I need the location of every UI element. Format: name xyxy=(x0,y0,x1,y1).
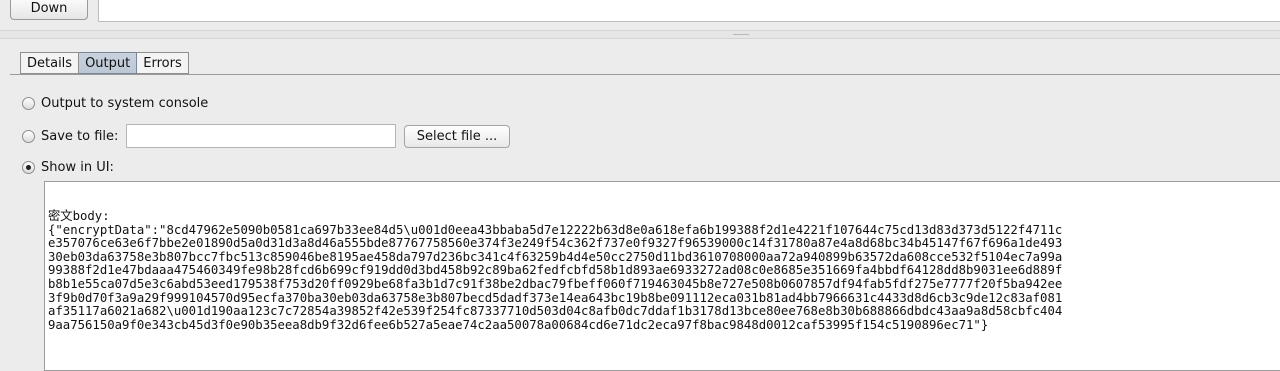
save-to-file-label: Save to file: xyxy=(41,129,119,144)
file-path-input[interactable] xyxy=(126,124,396,148)
save-to-file-option[interactable]: Save to file: xyxy=(22,129,118,144)
down-button[interactable]: Down xyxy=(10,0,88,20)
output-line: e357076ce63e6f7bbe2e01890d5a0d31d3a8d46a… xyxy=(48,236,1063,251)
output-line: 30eb03da63758e3b807bcc7fbc513c859046be81… xyxy=(48,249,1063,264)
select-file-button[interactable]: Select file ... xyxy=(404,125,510,148)
tab-details[interactable]: Details xyxy=(20,52,80,74)
output-line: af35117a6021a682\u001d190aa123c7c72854a3… xyxy=(48,304,1063,319)
output-text: 密文body: {"encryptData":"8cd47962e5090b05… xyxy=(48,209,1063,332)
output-line: b8b1e55ca07d5e3c6abd53eed179538f753d20ff… xyxy=(48,276,1063,291)
show-in-ui-label: Show in UI: xyxy=(41,160,114,175)
tab-errors[interactable]: Errors xyxy=(137,52,189,74)
output-text-area[interactable]: 密文body: {"encryptData":"8cd47962e5090b05… xyxy=(44,181,1280,371)
system-console-radio[interactable] xyxy=(22,97,35,110)
output-line: 密文body: xyxy=(48,209,110,223)
system-console-option[interactable]: Output to system console xyxy=(22,96,208,111)
output-line: {"encryptData":"8cd47962e5090b0581ca697b… xyxy=(48,222,1063,237)
top-text-field[interactable] xyxy=(98,0,1280,22)
show-in-ui-option[interactable]: Show in UI: xyxy=(22,160,114,175)
system-console-label: Output to system console xyxy=(41,96,209,111)
top-toolbar: Down xyxy=(0,0,1280,30)
output-line: 3f9b0d70f3a9a29f999104570d95ecfa370ba30e… xyxy=(48,290,1063,305)
save-to-file-radio[interactable] xyxy=(22,130,35,143)
tab-divider xyxy=(10,74,1280,75)
show-in-ui-radio[interactable] xyxy=(22,161,35,174)
split-pane-divider[interactable] xyxy=(0,30,1280,39)
divider-grip-icon[interactable] xyxy=(733,34,749,35)
output-line: 9aa756150a9f0e343cb45d3f0e90b35eea8db9f3… xyxy=(48,317,989,332)
output-line: 99388f2d1e47bdaaa475460349fe98b28fcd6b69… xyxy=(48,263,1063,278)
tab-output[interactable]: Output xyxy=(79,52,138,74)
output-tabs: Details Output Errors xyxy=(20,52,189,74)
